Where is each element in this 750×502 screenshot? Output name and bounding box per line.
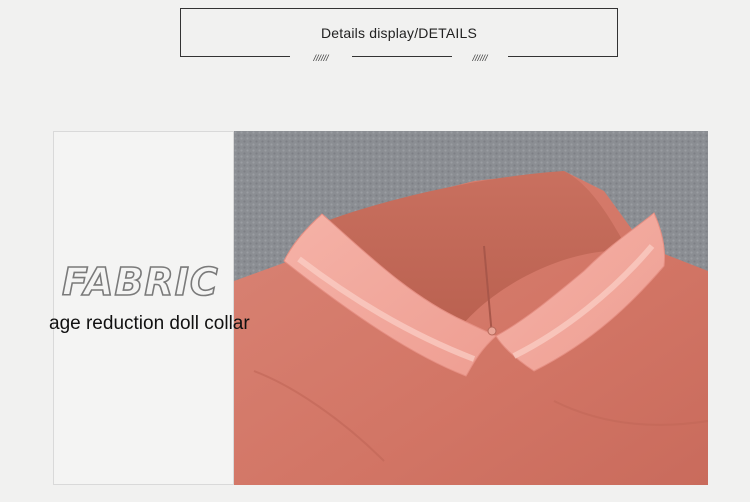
- decoration-right: //////: [452, 52, 508, 64]
- decoration-left: //////: [290, 52, 352, 64]
- fabric-heading: FABRIC: [61, 259, 219, 305]
- text-panel: [53, 131, 234, 485]
- decoration-slashes-left: //////: [313, 53, 329, 63]
- decoration-slashes-right: //////: [472, 53, 488, 63]
- section-header: Details display/DETAILS: [180, 8, 618, 57]
- section-title: Details display/DETAILS: [320, 24, 478, 41]
- feature-caption: age reduction doll collar: [49, 313, 250, 334]
- collar-detail-photo: [234, 131, 708, 485]
